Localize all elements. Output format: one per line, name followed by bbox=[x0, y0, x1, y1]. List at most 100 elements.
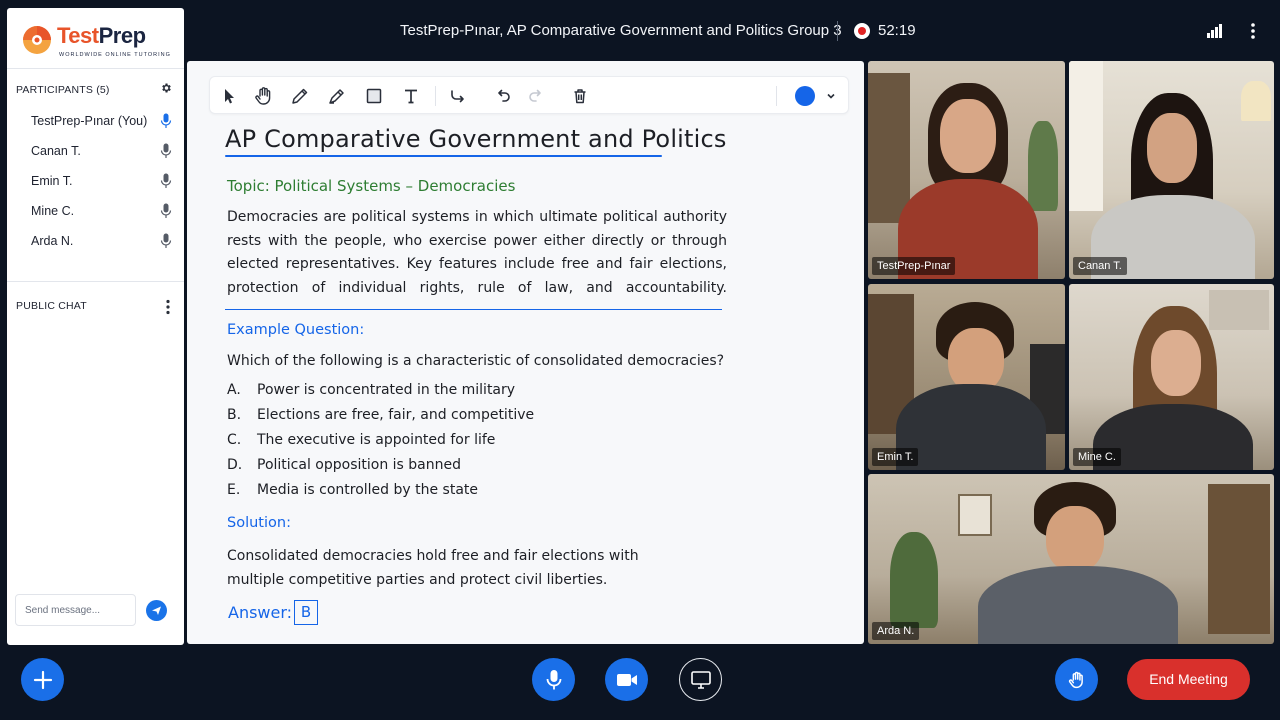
participant-item[interactable]: Mine C. bbox=[7, 198, 184, 224]
participant-name: Mine C. bbox=[31, 204, 75, 218]
redo-button[interactable] bbox=[524, 84, 548, 108]
undo-icon bbox=[498, 89, 510, 102]
share-screen-button[interactable] bbox=[679, 658, 722, 701]
bookshelf bbox=[868, 73, 910, 223]
public-chat-heading: PUBLIC CHAT bbox=[16, 300, 87, 312]
participant-item[interactable]: Emin T. bbox=[7, 168, 184, 194]
topic-heading: Topic: Political Systems – Democracies bbox=[227, 177, 516, 195]
top-bar: TestPrep-Pınar, AP Comparative Governmen… bbox=[190, 0, 1280, 62]
pan-hand-icon bbox=[255, 87, 271, 105]
delete-button[interactable] bbox=[568, 84, 592, 108]
highlighter-icon bbox=[329, 89, 344, 104]
participant-item[interactable]: Arda N. bbox=[7, 228, 184, 254]
send-message-button[interactable] bbox=[146, 600, 167, 621]
hoodie bbox=[896, 384, 1046, 470]
toolbar-divider bbox=[776, 86, 777, 106]
chat-options-icon[interactable] bbox=[165, 299, 171, 315]
whiteboard[interactable]: AP Comparative Government and Politics T… bbox=[187, 61, 864, 644]
connector-tool-button[interactable] bbox=[446, 84, 470, 108]
participants-heading: PARTICIPANTS (5) bbox=[16, 84, 110, 96]
mic-icon[interactable] bbox=[160, 143, 172, 159]
participant-item[interactable]: Canan T. bbox=[7, 138, 184, 164]
send-icon bbox=[152, 606, 161, 615]
example-heading: Example Question: bbox=[227, 322, 365, 338]
title-divider bbox=[837, 21, 838, 41]
face bbox=[1147, 113, 1197, 183]
more-options-icon[interactable] bbox=[1250, 22, 1256, 40]
answer-value-box: B bbox=[294, 600, 318, 625]
sidebar-divider bbox=[7, 281, 184, 282]
plus-icon bbox=[33, 670, 52, 689]
photo-wall bbox=[1209, 290, 1269, 330]
end-meeting-button[interactable]: End Meeting bbox=[1127, 659, 1250, 700]
microphone-icon bbox=[546, 669, 561, 689]
answer-option: E. Media is controlled by the state bbox=[227, 482, 479, 498]
participant-item[interactable]: TestPrep-Pınar (You) bbox=[7, 108, 184, 134]
face bbox=[948, 328, 1004, 392]
mic-icon[interactable] bbox=[160, 233, 172, 249]
question-text: Which of the following is a characterist… bbox=[227, 353, 725, 369]
face bbox=[940, 99, 996, 173]
video-tile[interactable]: Mine C. bbox=[1069, 284, 1274, 470]
color-picker-swatch[interactable] bbox=[795, 86, 815, 106]
solution-text: Consolidated democracies hold free and f… bbox=[227, 548, 639, 588]
answer-label: Answer: bbox=[228, 603, 293, 622]
answer-option: B. Elections are free, fair, and competit… bbox=[227, 407, 535, 423]
whiteboard-toolbar bbox=[209, 76, 849, 114]
intro-paragraph: Democracies are political systems in whi… bbox=[227, 209, 727, 296]
recording-timer: 52:19 bbox=[878, 22, 916, 39]
toolbar-divider bbox=[435, 86, 436, 106]
plant bbox=[890, 532, 938, 628]
delete-icon bbox=[574, 89, 586, 104]
chevron-down-icon[interactable] bbox=[824, 89, 838, 103]
video-camera-icon bbox=[616, 673, 637, 686]
mic-icon[interactable] bbox=[160, 173, 172, 189]
video-tile[interactable]: Arda N. bbox=[868, 474, 1274, 644]
raise-hand-button[interactable] bbox=[1055, 658, 1098, 701]
chat-message-input[interactable] bbox=[15, 594, 136, 626]
logo-wordmark: TestPrep bbox=[57, 23, 146, 48]
face bbox=[1046, 506, 1104, 572]
wall-frame bbox=[958, 494, 992, 536]
redo-icon bbox=[529, 89, 541, 102]
mic-icon[interactable] bbox=[160, 203, 172, 219]
microphone-button[interactable] bbox=[532, 658, 575, 701]
gear-icon[interactable] bbox=[160, 82, 172, 94]
connector-icon bbox=[451, 90, 464, 103]
whiteboard-title: AP Comparative Government and Politics bbox=[225, 125, 727, 153]
video-tile[interactable]: Canan T. bbox=[1069, 61, 1274, 279]
participant-name-label: Canan T. bbox=[1073, 257, 1127, 275]
participant-name: TestPrep-Pınar (You) bbox=[31, 114, 148, 128]
connection-signal-icon[interactable] bbox=[1207, 24, 1223, 38]
sweater bbox=[978, 566, 1178, 644]
participant-name-label: TestPrep-Pınar bbox=[872, 257, 956, 275]
select-icon bbox=[225, 89, 234, 104]
participant-name: Emin T. bbox=[31, 174, 73, 188]
shape-tool-button[interactable] bbox=[362, 84, 386, 108]
plant bbox=[1028, 121, 1058, 211]
participant-name-label: Arda N. bbox=[872, 622, 920, 640]
pencil-icon bbox=[292, 88, 308, 104]
add-button[interactable] bbox=[21, 658, 64, 701]
lamp bbox=[1241, 81, 1271, 121]
section-divider bbox=[225, 309, 722, 310]
video-tile[interactable]: Emin T. bbox=[868, 284, 1065, 470]
select-tool-button[interactable] bbox=[217, 84, 241, 108]
mic-active-icon[interactable] bbox=[160, 113, 172, 129]
camera-button[interactable] bbox=[605, 658, 648, 701]
face bbox=[1151, 330, 1201, 396]
logo-swirl-icon bbox=[23, 26, 51, 54]
highlighter-tool-button[interactable] bbox=[325, 84, 349, 108]
shape-rectangle-icon bbox=[366, 88, 382, 104]
participant-name: Arda N. bbox=[31, 234, 74, 248]
answer-option: A. Power is concentrated in the military bbox=[227, 382, 516, 398]
pan-tool-button[interactable] bbox=[252, 84, 276, 108]
pencil-tool-button[interactable] bbox=[288, 84, 312, 108]
text-tool-button[interactable] bbox=[399, 84, 423, 108]
testprep-logo: TestPrep WORLDWIDE ONLINE TUTORING bbox=[21, 22, 171, 64]
undo-button[interactable] bbox=[491, 84, 515, 108]
solution-heading: Solution: bbox=[227, 515, 291, 531]
screen-share-icon bbox=[690, 670, 711, 689]
video-tile[interactable]: TestPrep-Pınar bbox=[868, 61, 1065, 279]
window-curtain bbox=[1069, 61, 1103, 211]
